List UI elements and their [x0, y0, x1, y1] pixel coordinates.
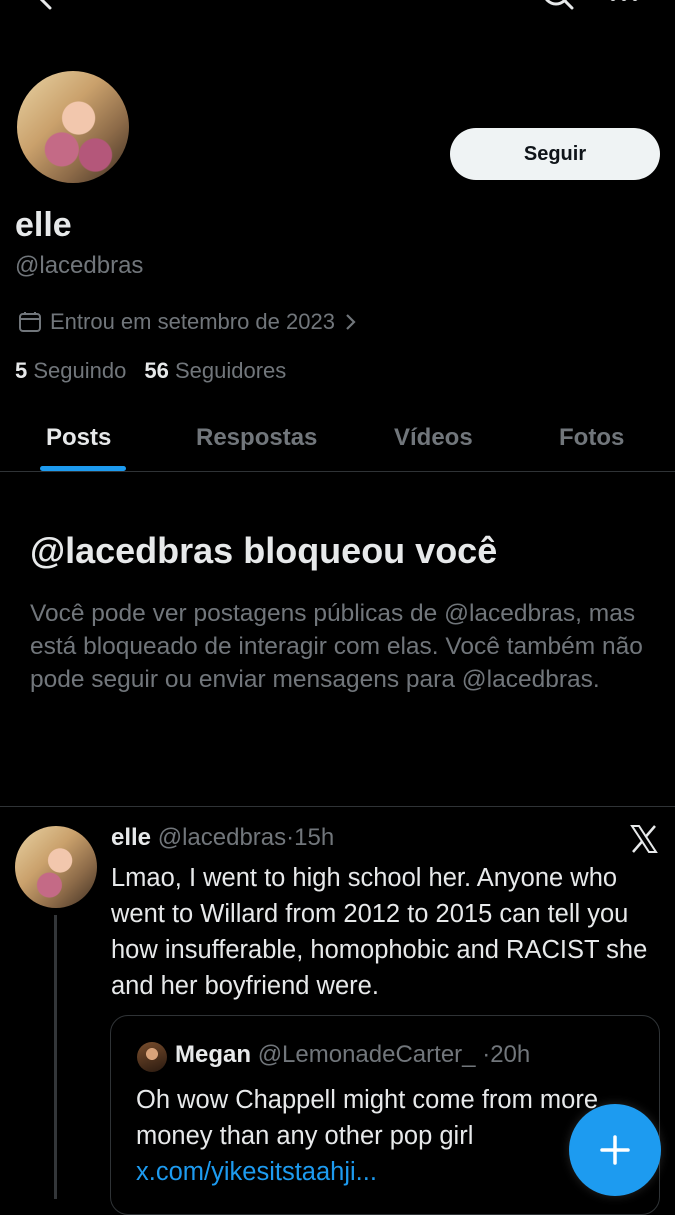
- profile-name: elle: [15, 206, 72, 244]
- profile-tabs: Posts Respostas Vídeos Fotos: [0, 405, 675, 472]
- follow-stats: 5 Seguindo 56 Seguidores: [15, 358, 286, 384]
- tweet-text: Lmao, I went to high school her. Anyone …: [111, 864, 648, 1000]
- tweet-time[interactable]: 15h: [294, 824, 334, 851]
- tweet-avatar[interactable]: [15, 826, 97, 908]
- calendar-icon: [19, 312, 41, 332]
- tweet-header: elle @lacedbras·15h: [111, 824, 334, 852]
- followers-label: Seguidores: [174, 358, 287, 383]
- quote-author-handle: @LemonadeCarter_: [257, 1041, 476, 1068]
- tweet-author-name[interactable]: elle: [111, 824, 151, 851]
- tab-respostas[interactable]: Respostas: [196, 405, 317, 471]
- compose-button[interactable]: [569, 1104, 661, 1196]
- joined-date[interactable]: Entrou em setembro de 2023: [18, 309, 359, 335]
- quote-author-name: Megan: [175, 1041, 252, 1068]
- arrow-left-icon[interactable]: [36, 0, 66, 10]
- tweet-author-handle[interactable]: @lacedbras: [158, 824, 286, 851]
- tweet-separator: ·: [286, 824, 295, 851]
- x-logo-icon: [630, 825, 658, 853]
- quote-avatar: [137, 1042, 167, 1072]
- joined-label: Entrou em setembro de 2023: [50, 309, 335, 334]
- blocked-description: Você pode ver postagens públicas de @lac…: [30, 600, 643, 693]
- thread-line: [54, 915, 57, 1199]
- followers-count: 56: [144, 358, 169, 383]
- following-count: 5: [15, 358, 28, 383]
- quote-time: 20h: [490, 1041, 531, 1068]
- following-label: Seguindo: [33, 358, 127, 383]
- plus-icon: [600, 1135, 630, 1165]
- chevron-right-icon: [346, 314, 356, 330]
- follow-button[interactable]: Seguir: [450, 128, 660, 180]
- followers-stat[interactable]: 56 Seguidores: [144, 358, 286, 384]
- quoted-tweet[interactable]: Megan @LemonadeCarter_ ·20h Oh wow Chapp…: [110, 1015, 660, 1215]
- search-icon[interactable]: [541, 0, 575, 14]
- active-tab-indicator: [40, 466, 126, 471]
- more-icon[interactable]: [609, 0, 639, 6]
- tab-posts[interactable]: Posts: [46, 405, 111, 471]
- tab-fotos[interactable]: Fotos: [559, 405, 624, 471]
- profile-handle: @lacedbras: [15, 252, 144, 279]
- tab-videos[interactable]: Vídeos: [394, 405, 473, 471]
- quote-separator: ·: [482, 1041, 491, 1068]
- quote-header: Megan @LemonadeCarter_ ·20h: [175, 1041, 530, 1069]
- divider: [0, 806, 675, 807]
- following-stat[interactable]: 5 Seguindo: [15, 358, 126, 384]
- blocked-title: @lacedbras bloqueou você: [30, 530, 498, 571]
- profile-avatar[interactable]: [14, 68, 132, 186]
